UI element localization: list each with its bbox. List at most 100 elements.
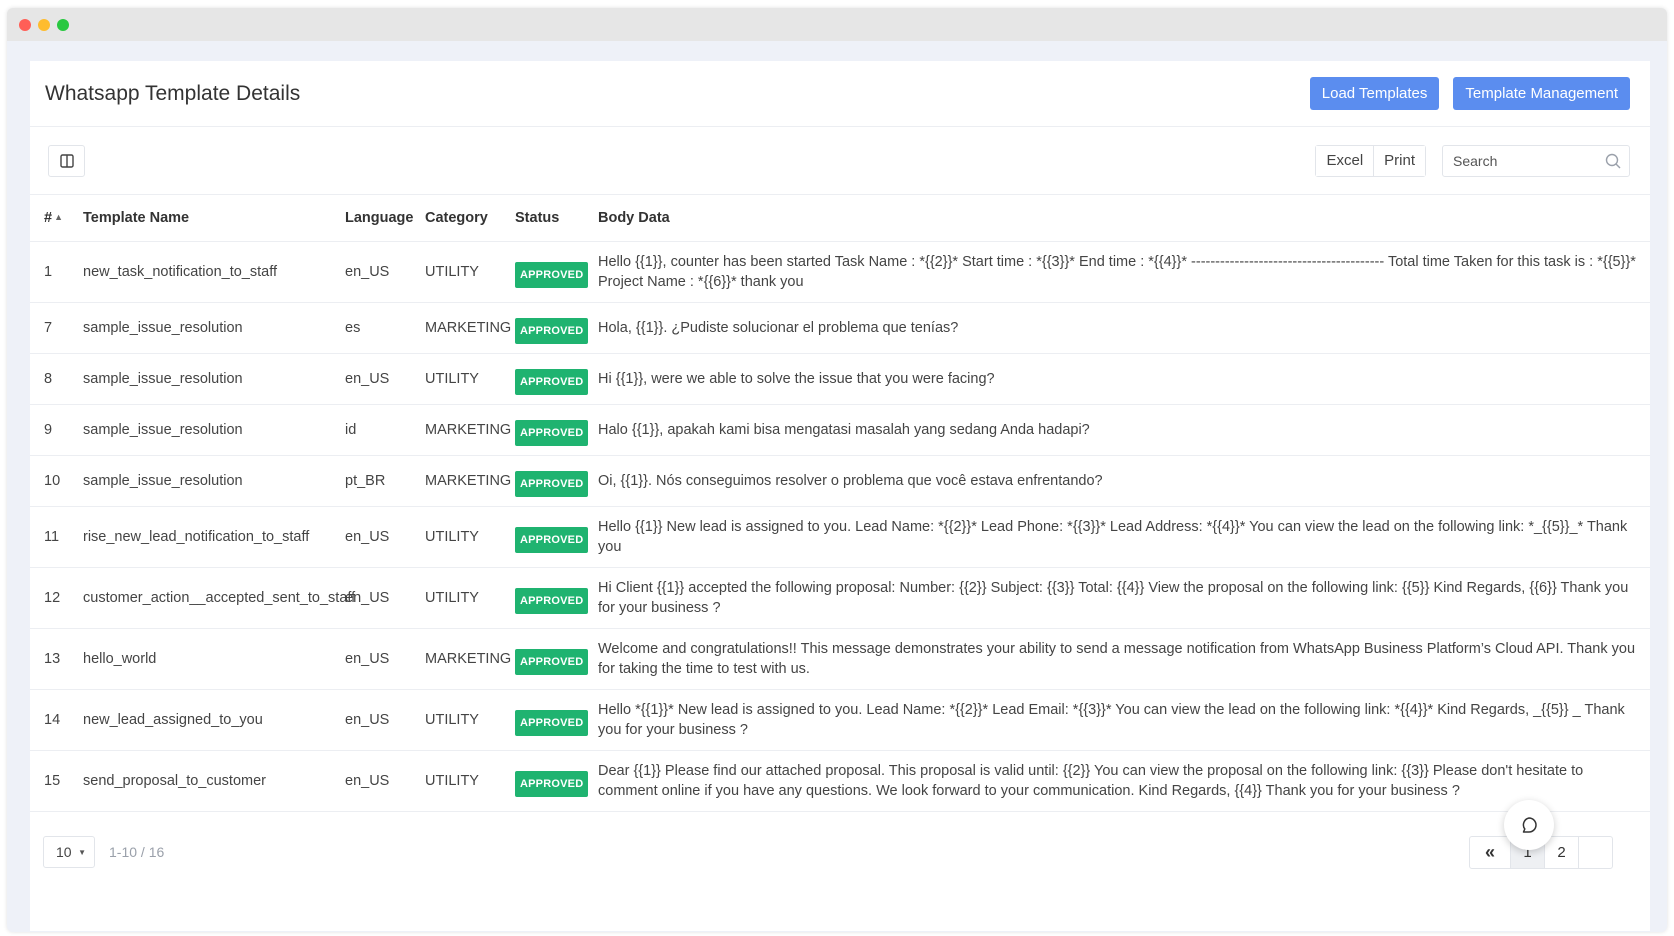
footer-left: 10 ▼ 1-10 / 16 bbox=[43, 836, 164, 868]
first-page-button[interactable]: « bbox=[1470, 837, 1510, 868]
row-number: 13 bbox=[30, 628, 75, 690]
category-cell: UTILITY bbox=[417, 506, 507, 568]
category-cell: MARKETING bbox=[417, 628, 511, 690]
language-cell: en_US bbox=[337, 628, 417, 690]
next-page-button[interactable] bbox=[1578, 836, 1612, 868]
category-cell: UTILITY bbox=[417, 750, 507, 812]
body-data-cell: Hello {{1}}, counter has been started Ta… bbox=[590, 241, 1650, 303]
minimize-window-dot[interactable] bbox=[38, 18, 50, 31]
page-size-select[interactable]: 10 ▼ bbox=[43, 836, 95, 868]
status-badge: APPROVED bbox=[515, 368, 589, 395]
header-actions: Load Templates Template Management bbox=[1309, 77, 1630, 110]
column-header-language[interactable]: Language bbox=[337, 195, 417, 242]
category-cell: UTILITY bbox=[417, 241, 507, 303]
status-cell: APPROVED bbox=[507, 404, 590, 456]
page-button-2[interactable]: 2 bbox=[1544, 836, 1578, 868]
chat-bubble-icon bbox=[1522, 817, 1537, 833]
status-cell: APPROVED bbox=[507, 506, 590, 568]
table-header-row: # ▲ Template Name Language Category Statu… bbox=[30, 195, 1650, 242]
row-number: 9 bbox=[30, 404, 75, 456]
table-row[interactable]: 7 sample_issue_resolution es MARKETING APPRO… bbox=[30, 302, 1650, 354]
category-cell: MARKETING bbox=[417, 404, 511, 456]
status-badge: APPROVED bbox=[515, 470, 589, 497]
status-cell: APPROVED bbox=[507, 689, 590, 751]
columns-icon bbox=[59, 153, 74, 168]
table-row[interactable]: 15 send_proposal_to_customer en_US UTILITY A… bbox=[30, 750, 1650, 812]
status-cell: APPROVED bbox=[507, 241, 590, 303]
search-box bbox=[1442, 144, 1630, 177]
template-management-button[interactable]: Template Management bbox=[1453, 77, 1630, 110]
table-row[interactable]: 9 sample_issue_resolution id MARKETING APPRO… bbox=[30, 404, 1650, 456]
sort-asc-icon: ▲ bbox=[54, 211, 63, 222]
body-data-cell: Hola, {{1}}. ¿Pudiste solucionar el prob… bbox=[590, 302, 1650, 354]
column-toggle-button[interactable] bbox=[48, 144, 85, 177]
body-data-cell: Hello *{{1}}* New lead is assigned to yo… bbox=[590, 689, 1650, 751]
table-row[interactable]: 10 sample_issue_resolution pt_BR MARKETING A… bbox=[30, 455, 1650, 507]
page-size-value: 10 bbox=[56, 844, 72, 860]
status-cell: APPROVED bbox=[507, 628, 590, 690]
body-data-cell: Hello {{1}} New lead is assigned to you.… bbox=[590, 506, 1650, 568]
search-input[interactable] bbox=[1453, 152, 1605, 169]
table-row[interactable]: 12 customer_action__accepted_sent_to_staf… bbox=[30, 567, 1650, 629]
status-cell: APPROVED bbox=[507, 750, 590, 812]
toolbar-right: Excel Print bbox=[1315, 144, 1630, 177]
export-button-group: Excel Print bbox=[1315, 144, 1426, 177]
body-data-cell: Oi, {{1}}. Nós conseguimos resolver o pr… bbox=[590, 455, 1650, 507]
language-cell: en_US bbox=[337, 506, 417, 568]
load-templates-button[interactable]: Load Templates bbox=[1309, 77, 1440, 110]
templates-table: # ▲ Template Name Language Category Statu… bbox=[30, 195, 1650, 812]
chat-fab-button[interactable] bbox=[1504, 800, 1554, 850]
body-data-cell: Welcome and congratulations!! This messa… bbox=[590, 628, 1650, 690]
row-number: 12 bbox=[30, 567, 75, 629]
browser-window: Whatsapp Template Details Load Templates… bbox=[7, 8, 1667, 932]
row-number: 15 bbox=[30, 750, 75, 812]
table-row[interactable]: 13 hello_world en_US MARKETING APPROVED Welco… bbox=[30, 628, 1650, 690]
body-data-cell: Hi {{1}}, were we able to solve the issu… bbox=[590, 353, 1650, 405]
language-cell: en_US bbox=[337, 750, 417, 812]
column-header-category[interactable]: Category bbox=[417, 195, 507, 242]
template-name-cell: rise_new_lead_notification_to_staff bbox=[75, 506, 337, 568]
window-titlebar bbox=[7, 8, 1667, 41]
page-title: Whatsapp Template Details bbox=[45, 81, 301, 105]
language-cell: en_US bbox=[337, 689, 417, 751]
pagination-range: 1-10 / 16 bbox=[109, 844, 165, 860]
maximize-window-dot[interactable] bbox=[57, 18, 69, 31]
template-name-cell: sample_issue_resolution bbox=[75, 353, 337, 405]
status-cell: APPROVED bbox=[507, 455, 590, 507]
row-number: 7 bbox=[30, 302, 75, 354]
table-footer: 10 ▼ 1-10 / 16 « 1 2 bbox=[30, 821, 1650, 883]
column-header-status[interactable]: Status bbox=[507, 195, 590, 242]
status-cell: APPROVED bbox=[507, 353, 590, 405]
template-name-cell: sample_issue_resolution bbox=[75, 455, 337, 507]
table-row[interactable]: 14 new_lead_assigned_to_you en_US UTILITY AP… bbox=[30, 689, 1650, 751]
chevron-down-icon: ▼ bbox=[78, 847, 86, 857]
close-window-dot[interactable] bbox=[19, 18, 31, 31]
row-number: 14 bbox=[30, 689, 75, 751]
status-badge: APPROVED bbox=[515, 317, 589, 344]
status-badge: APPROVED bbox=[515, 770, 589, 797]
template-name-cell: send_proposal_to_customer bbox=[75, 750, 337, 812]
status-cell: APPROVED bbox=[507, 302, 590, 354]
status-badge: APPROVED bbox=[515, 261, 589, 288]
table-row[interactable]: 11 rise_new_lead_notification_to_staff en_… bbox=[30, 506, 1650, 568]
language-cell: es bbox=[337, 302, 417, 354]
category-cell: UTILITY bbox=[417, 567, 507, 629]
table-row[interactable]: 8 sample_issue_resolution en_US UTILITY APPR… bbox=[30, 353, 1650, 405]
body-data-cell: Dear {{1}} Please find our attached prop… bbox=[590, 750, 1650, 812]
template-name-cell: new_task_notification_to_staff bbox=[75, 241, 337, 303]
print-button[interactable]: Print bbox=[1373, 145, 1425, 176]
search-icon[interactable] bbox=[1605, 153, 1621, 169]
language-cell: id bbox=[337, 404, 417, 456]
row-number: 11 bbox=[30, 506, 75, 568]
category-cell: MARKETING bbox=[417, 455, 511, 507]
row-number: 1 bbox=[30, 241, 75, 303]
column-header-num-label: # bbox=[44, 209, 53, 226]
column-header-template-name[interactable]: Template Name bbox=[75, 195, 337, 242]
excel-button[interactable]: Excel bbox=[1316, 145, 1374, 176]
template-panel: Whatsapp Template Details Load Templates… bbox=[30, 61, 1650, 931]
template-name-cell: sample_issue_resolution bbox=[75, 404, 337, 456]
column-header-body-data[interactable]: Body Data bbox=[590, 195, 1650, 242]
column-header-num[interactable]: # ▲ bbox=[30, 195, 75, 242]
language-cell: en_US bbox=[337, 241, 417, 303]
table-row[interactable]: 1 new_task_notification_to_staff en_US UTIL… bbox=[30, 241, 1650, 303]
